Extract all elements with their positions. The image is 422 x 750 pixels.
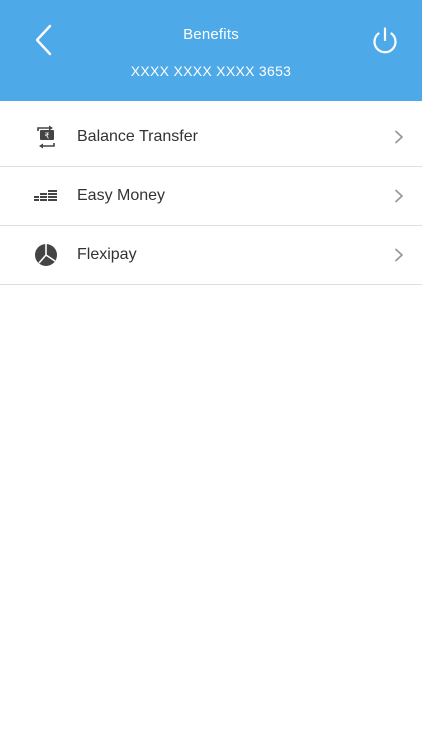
list-item-easy-money[interactable]: Easy Money	[0, 167, 422, 226]
balance-transfer-icon: ₹	[33, 124, 59, 150]
pie-chart-icon	[33, 242, 59, 268]
list-item-label: Balance Transfer	[77, 128, 198, 145]
app-header: Benefits XXXX XXXX XXXX 3653	[0, 0, 422, 101]
logout-button[interactable]	[368, 24, 402, 58]
page-title: Benefits	[183, 26, 239, 43]
coins-stack-icon	[33, 183, 59, 209]
list-item-balance-transfer[interactable]: ₹ Balance Transfer	[0, 108, 422, 167]
chevron-right-icon	[394, 130, 404, 144]
chevron-right-icon	[394, 189, 404, 203]
list-item-flexipay[interactable]: Flexipay	[0, 226, 422, 285]
card-number: XXXX XXXX XXXX 3653	[130, 63, 292, 79]
svg-text:₹: ₹	[44, 132, 49, 141]
chevron-right-icon	[394, 248, 404, 262]
benefits-list: ₹ Balance Transfer Easy Money Flexipay	[0, 108, 422, 285]
power-icon	[373, 27, 397, 54]
list-item-label: Easy Money	[77, 187, 166, 204]
list-item-label: Flexipay	[77, 246, 137, 263]
